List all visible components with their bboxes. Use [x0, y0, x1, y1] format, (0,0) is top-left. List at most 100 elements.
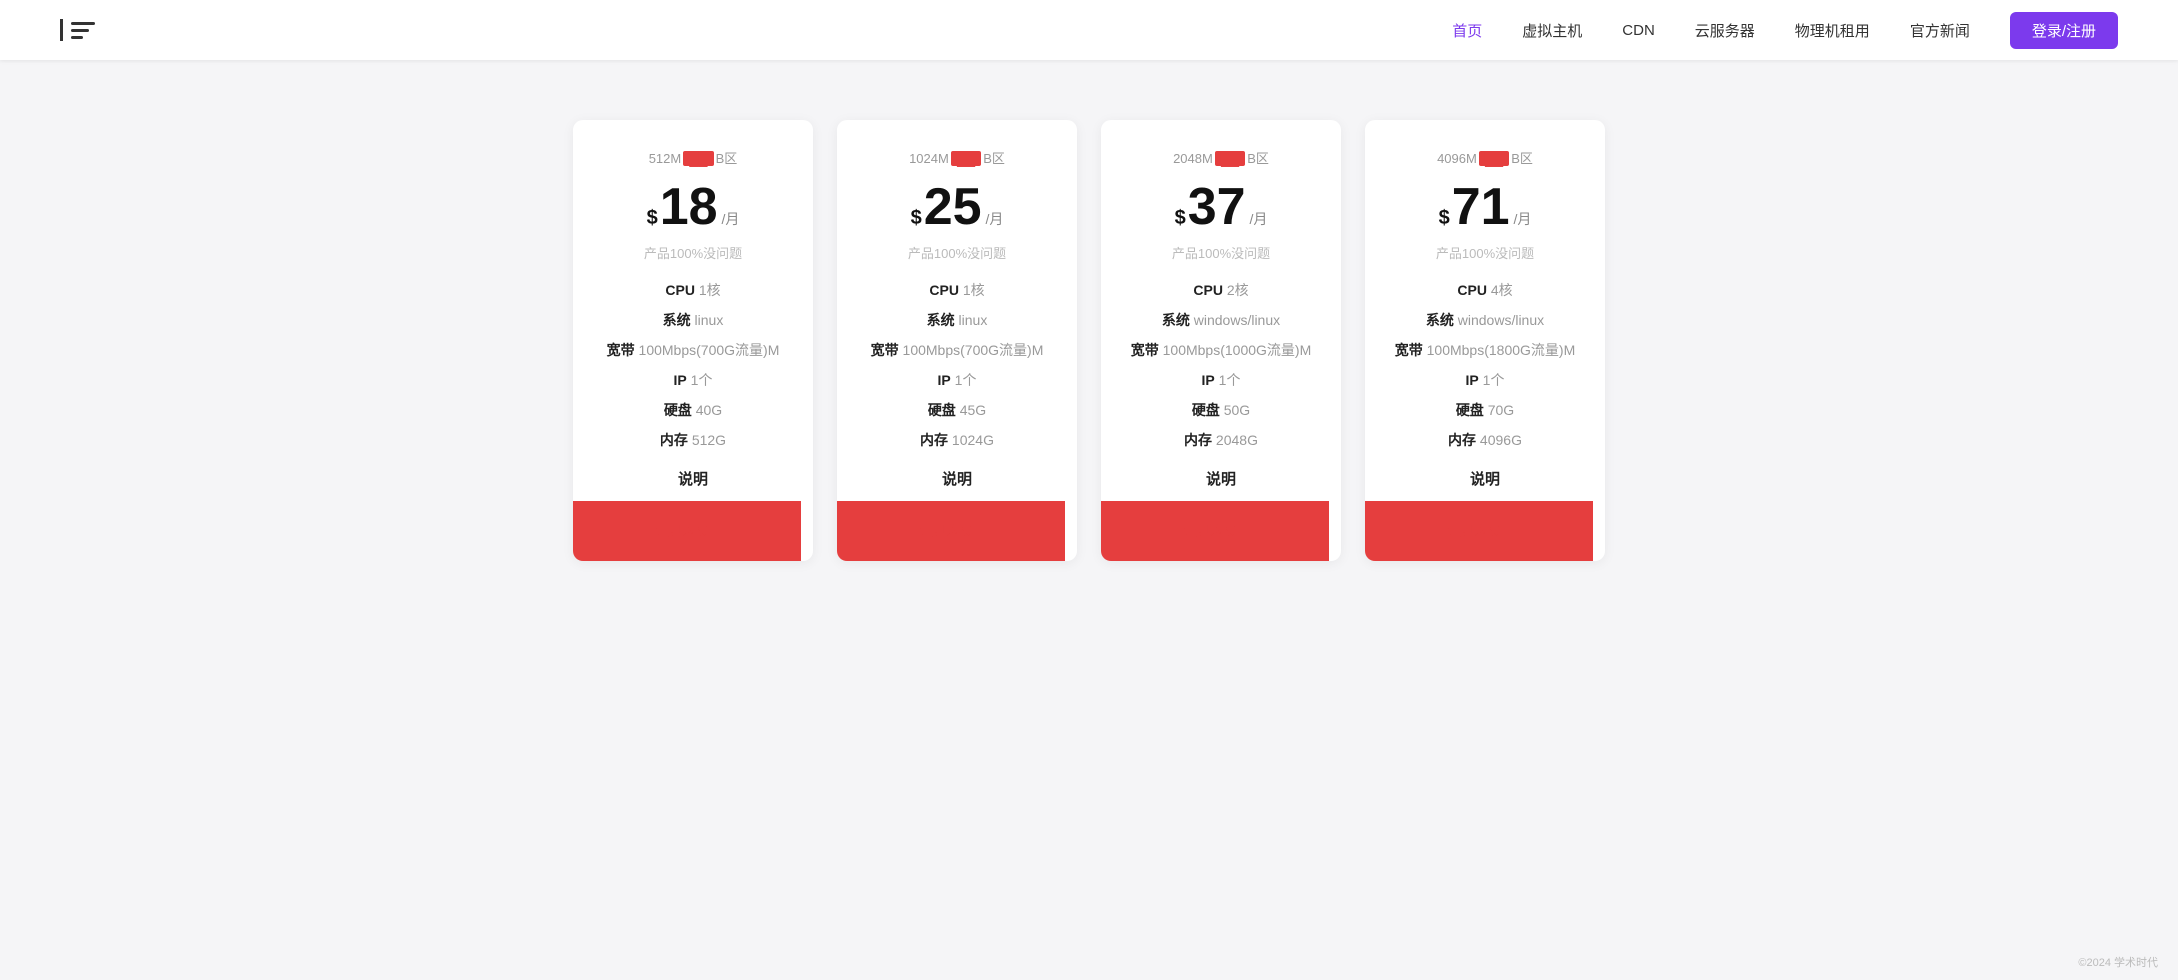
- spec-item-2-0: CPU 2核: [1125, 280, 1317, 300]
- explain-title-0: 说明: [678, 468, 708, 489]
- buy-btn-text-3: 立即购买: [1445, 521, 1501, 541]
- price-row-0: $ 18 /月: [647, 181, 740, 233]
- spec-label-3-5: 内存: [1448, 432, 1476, 448]
- spec-item-0-2: 宽带 100Mbps(700G流量)M: [597, 340, 789, 360]
- spec-value-3-0: 4核: [1491, 282, 1513, 298]
- price-dollar-2: $: [1175, 207, 1186, 230]
- spec-label-3-2: 宽带: [1395, 342, 1423, 358]
- logo: [60, 19, 95, 41]
- logo-bar: [60, 19, 63, 41]
- nav-item-news[interactable]: 官方新闻: [1910, 20, 1970, 41]
- spec-item-2-2: 宽带 100Mbps(1000G流量)M: [1125, 340, 1317, 360]
- nav-item-home[interactable]: 首页: [1452, 20, 1482, 41]
- price-row-1: $ 25 /月: [911, 181, 1004, 233]
- spec-value-2-0: 2核: [1227, 282, 1249, 298]
- pricing-card-2: 2048M██B区 $ 37 /月 产品100%没问题 CPU 2核 系统 wi…: [1101, 120, 1341, 561]
- spec-value-1-5: 1024G: [952, 432, 994, 448]
- spec-label-3-1: 系统: [1426, 312, 1454, 328]
- buy-btn-text-2: 立即购买: [1181, 521, 1237, 541]
- buy-button-3[interactable]: 立即购买: [1365, 501, 1593, 561]
- spec-item-1-5: 内存 1024G: [861, 430, 1053, 450]
- spec-value-2-3: 1个: [1219, 372, 1241, 388]
- card-subtitle-2: 产品100%没问题: [1172, 243, 1270, 262]
- card-tag-2: 2048M██B区: [1173, 148, 1269, 167]
- spec-label-2-5: 内存: [1184, 432, 1212, 448]
- spec-item-1-0: CPU 1核: [861, 280, 1053, 300]
- spec-label-0-0: CPU: [665, 282, 695, 298]
- spec-item-0-1: 系统 linux: [597, 310, 789, 330]
- price-num-2: 37: [1188, 181, 1246, 233]
- spec-label-1-1: 系统: [927, 312, 955, 328]
- price-dollar-3: $: [1439, 207, 1450, 230]
- spec-value-0-0: 1核: [699, 282, 721, 298]
- nav-item-cloud[interactable]: 云服务器: [1695, 20, 1755, 41]
- price-dollar-1: $: [911, 207, 922, 230]
- spec-label-2-4: 硬盘: [1192, 402, 1220, 418]
- spec-label-1-0: CPU: [929, 282, 959, 298]
- pricing-card-1: 1024M██B区 $ 25 /月 产品100%没问题 CPU 1核 系统 li…: [837, 120, 1077, 561]
- spec-value-3-2: 100Mbps(1800G流量)M: [1427, 342, 1576, 358]
- spec-item-0-4: 硬盘 40G: [597, 400, 789, 420]
- card-subtitle-0: 产品100%没问题: [644, 243, 742, 262]
- spec-item-1-3: IP 1个: [861, 370, 1053, 390]
- spec-value-1-0: 1核: [963, 282, 985, 298]
- spec-value-0-4: 40G: [696, 402, 722, 418]
- card-tag-0: 512M██B区: [649, 148, 738, 167]
- buy-btn-text-1: 立即购买: [917, 521, 973, 541]
- spec-item-0-5: 内存 512G: [597, 430, 789, 450]
- spec-value-2-1: windows/linux: [1194, 312, 1280, 328]
- spec-item-2-3: IP 1个: [1125, 370, 1317, 390]
- spec-label-2-1: 系统: [1162, 312, 1190, 328]
- card-tag-1: 1024M██B区: [909, 148, 1005, 167]
- nav-item-physical[interactable]: 物理机租用: [1795, 20, 1870, 41]
- spec-label-0-4: 硬盘: [664, 402, 692, 418]
- spec-item-1-1: 系统 linux: [861, 310, 1053, 330]
- spec-item-3-3: IP 1个: [1389, 370, 1581, 390]
- spec-value-2-2: 100Mbps(1000G流量)M: [1163, 342, 1312, 358]
- buy-button-1[interactable]: 立即购买: [837, 501, 1065, 561]
- price-unit-0: /月: [722, 209, 740, 229]
- price-num-0: 18: [660, 181, 718, 233]
- explain-title-1: 说明: [942, 468, 972, 489]
- spec-value-3-5: 4096G: [1480, 432, 1522, 448]
- pricing-card-0: 512M██B区 $ 18 /月 产品100%没问题 CPU 1核 系统 lin…: [573, 120, 813, 561]
- spec-label-3-4: 硬盘: [1456, 402, 1484, 418]
- spec-item-3-2: 宽带 100Mbps(1800G流量)M: [1389, 340, 1581, 360]
- spec-value-2-5: 2048G: [1216, 432, 1258, 448]
- logo-line-1: [71, 22, 95, 25]
- buy-button-0[interactable]: 立即购买: [573, 501, 801, 561]
- price-unit-1: /月: [986, 209, 1004, 229]
- spec-value-1-2: 100Mbps(700G流量)M: [903, 342, 1044, 358]
- login-button[interactable]: 登录/注册: [2010, 12, 2118, 49]
- spec-item-3-4: 硬盘 70G: [1389, 400, 1581, 420]
- spec-item-0-3: IP 1个: [597, 370, 789, 390]
- card-subtitle-1: 产品100%没问题: [908, 243, 1006, 262]
- spec-label-1-3: IP: [938, 372, 951, 388]
- price-row-3: $ 71 /月: [1439, 181, 1532, 233]
- nav: 首页 虚拟主机 CDN 云服务器 物理机租用 官方新闻 登录/注册: [1452, 12, 2118, 49]
- spec-item-0-0: CPU 1核: [597, 280, 789, 300]
- pricing-section: 512M██B区 $ 18 /月 产品100%没问题 CPU 1核 系统 lin…: [0, 60, 2178, 621]
- spec-item-2-5: 内存 2048G: [1125, 430, 1317, 450]
- spec-value-2-4: 50G: [1224, 402, 1250, 418]
- spec-value-3-3: 1个: [1483, 372, 1505, 388]
- logo-line-3: [71, 36, 83, 39]
- logo-line-2: [71, 29, 89, 32]
- spec-value-3-1: windows/linux: [1458, 312, 1544, 328]
- nav-item-cdn[interactable]: CDN: [1622, 22, 1655, 39]
- price-row-2: $ 37 /月: [1175, 181, 1268, 233]
- spec-item-2-4: 硬盘 50G: [1125, 400, 1317, 420]
- spec-list-3: CPU 4核 系统 windows/linux 宽带 100Mbps(1800G…: [1389, 280, 1581, 450]
- card-subtitle-3: 产品100%没问题: [1436, 243, 1534, 262]
- spec-value-1-3: 1个: [955, 372, 977, 388]
- spec-label-2-2: 宽带: [1131, 342, 1159, 358]
- spec-item-1-2: 宽带 100Mbps(700G流量)M: [861, 340, 1053, 360]
- price-unit-3: /月: [1514, 209, 1532, 229]
- price-unit-2: /月: [1250, 209, 1268, 229]
- spec-list-0: CPU 1核 系统 linux 宽带 100Mbps(700G流量)M: [597, 280, 789, 450]
- spec-label-1-5: 内存: [920, 432, 948, 448]
- header: 首页 虚拟主机 CDN 云服务器 物理机租用 官方新闻 登录/注册: [0, 0, 2178, 60]
- nav-item-vhost[interactable]: 虚拟主机: [1522, 20, 1582, 41]
- buy-button-2[interactable]: 立即购买: [1101, 501, 1329, 561]
- spec-item-3-5: 内存 4096G: [1389, 430, 1581, 450]
